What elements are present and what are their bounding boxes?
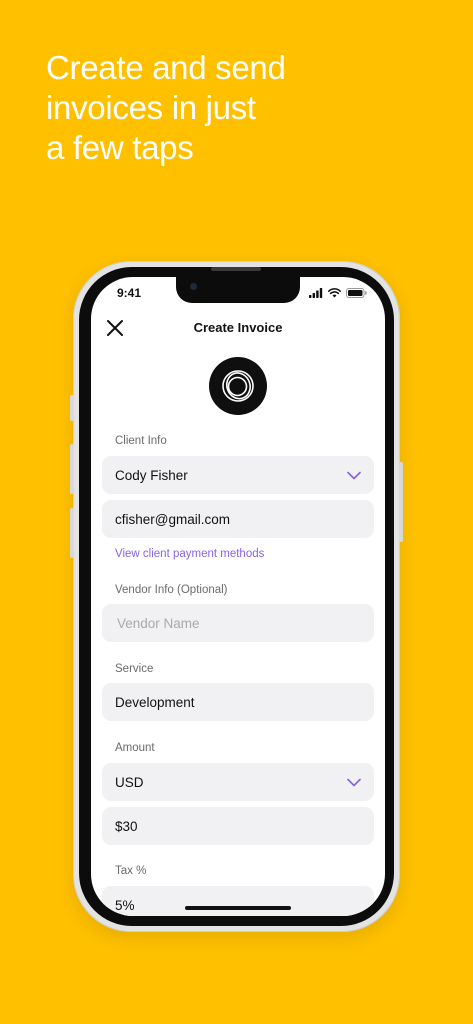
- phone-side-button: [70, 395, 74, 421]
- status-icons: [309, 288, 367, 298]
- headline-line-1: Create and send: [46, 49, 286, 86]
- service-label: Service: [115, 663, 154, 675]
- signal-icon: [309, 288, 323, 298]
- company-logo: [209, 357, 267, 415]
- status-time: 9:41: [117, 286, 142, 300]
- notch: [176, 277, 300, 303]
- phone-power-button: [399, 462, 403, 542]
- headline-line-3: a few taps: [46, 129, 194, 166]
- chevron-down-icon: [347, 778, 361, 786]
- amount-value: $30: [115, 818, 138, 834]
- chevron-down-icon: [347, 471, 361, 479]
- phone-volume-down: [70, 508, 74, 558]
- headline-line-2: invoices in just: [46, 89, 256, 126]
- phone-speaker: [211, 267, 261, 271]
- currency-select[interactable]: USD: [102, 763, 374, 801]
- home-indicator[interactable]: [185, 906, 291, 910]
- amount-field[interactable]: $30: [102, 807, 374, 845]
- tax-field[interactable]: 5%: [102, 886, 374, 916]
- currency-value: USD: [115, 774, 144, 790]
- vendor-name-field[interactable]: [102, 604, 374, 642]
- client-info-label: Client Info: [115, 435, 167, 447]
- tax-value: 5%: [115, 897, 135, 913]
- client-email-field[interactable]: cfisher@gmail.com: [102, 500, 374, 538]
- headline: Create and send invoices in just a few t…: [46, 48, 446, 168]
- wifi-icon: [328, 288, 341, 298]
- phone-volume-up: [70, 444, 74, 494]
- service-field[interactable]: Development: [102, 683, 374, 721]
- view-payment-methods-link[interactable]: View client payment methods: [115, 548, 264, 560]
- vendor-name-input[interactable]: [115, 614, 361, 632]
- client-email-value: cfisher@gmail.com: [115, 511, 230, 527]
- page-title: Create Invoice: [193, 320, 283, 335]
- phone-screen: 9:41 Create Invoice Client Info Cody Fis…: [91, 277, 385, 916]
- battery-icon: [346, 288, 367, 298]
- camera-icon: [190, 283, 197, 290]
- logo-rings-icon: [222, 370, 254, 402]
- service-value: Development: [115, 694, 195, 710]
- amount-label: Amount: [115, 742, 155, 754]
- client-name-value: Cody Fisher: [115, 467, 188, 483]
- vendor-info-label: Vendor Info (Optional): [115, 584, 228, 596]
- client-select[interactable]: Cody Fisher: [102, 456, 374, 494]
- tax-label: Tax %: [115, 865, 147, 877]
